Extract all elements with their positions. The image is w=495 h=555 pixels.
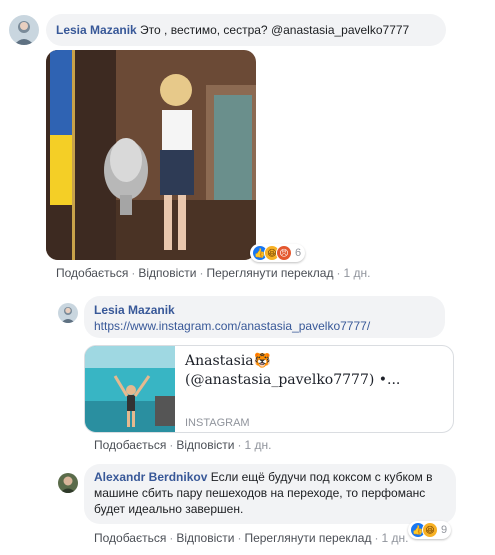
separator-dot: · bbox=[237, 531, 242, 545]
preview-title: Anastasia🐯 (@anastasia_pavelko7777) •... bbox=[185, 352, 450, 390]
reply-actions: Подобається · Відповісти · Переглянути перек… bbox=[94, 531, 408, 545]
separator-dot: · bbox=[169, 531, 174, 545]
avatar-lesia-mazanik[interactable] bbox=[9, 15, 39, 45]
separator-dot: · bbox=[199, 266, 204, 280]
separator-dot: · bbox=[169, 438, 174, 452]
separator-dot: · bbox=[131, 266, 136, 280]
preview-thumbnail bbox=[85, 346, 175, 432]
reactions-count: 9 bbox=[441, 524, 448, 536]
reactions-summary[interactable]: 👍 😆 9 bbox=[408, 521, 452, 539]
like-link[interactable]: Подобається bbox=[56, 266, 128, 280]
like-link[interactable]: Подобається bbox=[94, 531, 166, 545]
comment-time[interactable]: 1 дн. bbox=[343, 266, 370, 280]
instagram-link[interactable]: https://www.instagram.com/anastasia_pave… bbox=[94, 318, 435, 334]
separator-dot: · bbox=[374, 531, 379, 545]
like-link[interactable]: Подобається bbox=[94, 438, 166, 452]
see-translation-link[interactable]: Переглянути переклад bbox=[206, 266, 333, 280]
reply-author[interactable]: Lesia Mazanik bbox=[94, 302, 435, 318]
comment-author[interactable]: Lesia Mazanik bbox=[56, 23, 137, 37]
preview-title-line2: (@anastasia_pavelko7777) •... bbox=[185, 372, 401, 388]
comment-bubble: Lesia Mazanik Это , вестимо, сестра? @an… bbox=[46, 14, 446, 46]
preview-title-line1: Anastasia🐯 bbox=[185, 353, 272, 369]
haha-reaction-icon: 😆 bbox=[422, 522, 438, 538]
separator-dot: · bbox=[336, 266, 341, 280]
avatar-lesia-mazanik[interactable] bbox=[58, 303, 78, 323]
comment-text: Это , вестимо, сестра? @anastasia_pavelk… bbox=[140, 23, 410, 37]
reply-time[interactable]: 1 дн. bbox=[244, 438, 271, 452]
reply-link[interactable]: Відповісти bbox=[138, 266, 196, 280]
preview-source: INSTAGRAM bbox=[185, 417, 250, 429]
reply-link[interactable]: Відповісти bbox=[176, 438, 234, 452]
reply-time[interactable]: 1 дн. bbox=[381, 531, 408, 545]
reactions-count: 6 bbox=[295, 247, 302, 259]
reactions-summary[interactable]: 👍 😆 😠 6 bbox=[250, 244, 306, 262]
comment-photo[interactable] bbox=[46, 50, 256, 260]
avatar-alexandr-berdnikov[interactable] bbox=[58, 473, 78, 493]
reply-actions: Подобається · Відповісти · 1 дн. bbox=[94, 438, 271, 452]
reply-bubble: Alexandr Berdnikov Если ещё будучи под к… bbox=[84, 464, 456, 524]
angry-reaction-icon: 😠 bbox=[276, 245, 292, 261]
reply-link[interactable]: Відповісти bbox=[176, 531, 234, 545]
reply-author[interactable]: Alexandr Berdnikov bbox=[94, 470, 207, 484]
reply-bubble: Lesia Mazanik https://www.instagram.com/… bbox=[84, 296, 445, 338]
separator-dot: · bbox=[237, 438, 242, 452]
link-preview-card[interactable]: Anastasia🐯 (@anastasia_pavelko7777) •...… bbox=[84, 345, 454, 433]
see-translation-link[interactable]: Переглянути переклад bbox=[244, 531, 371, 545]
comment-actions: Подобається · Відповісти · Переглянути перек… bbox=[56, 266, 370, 280]
